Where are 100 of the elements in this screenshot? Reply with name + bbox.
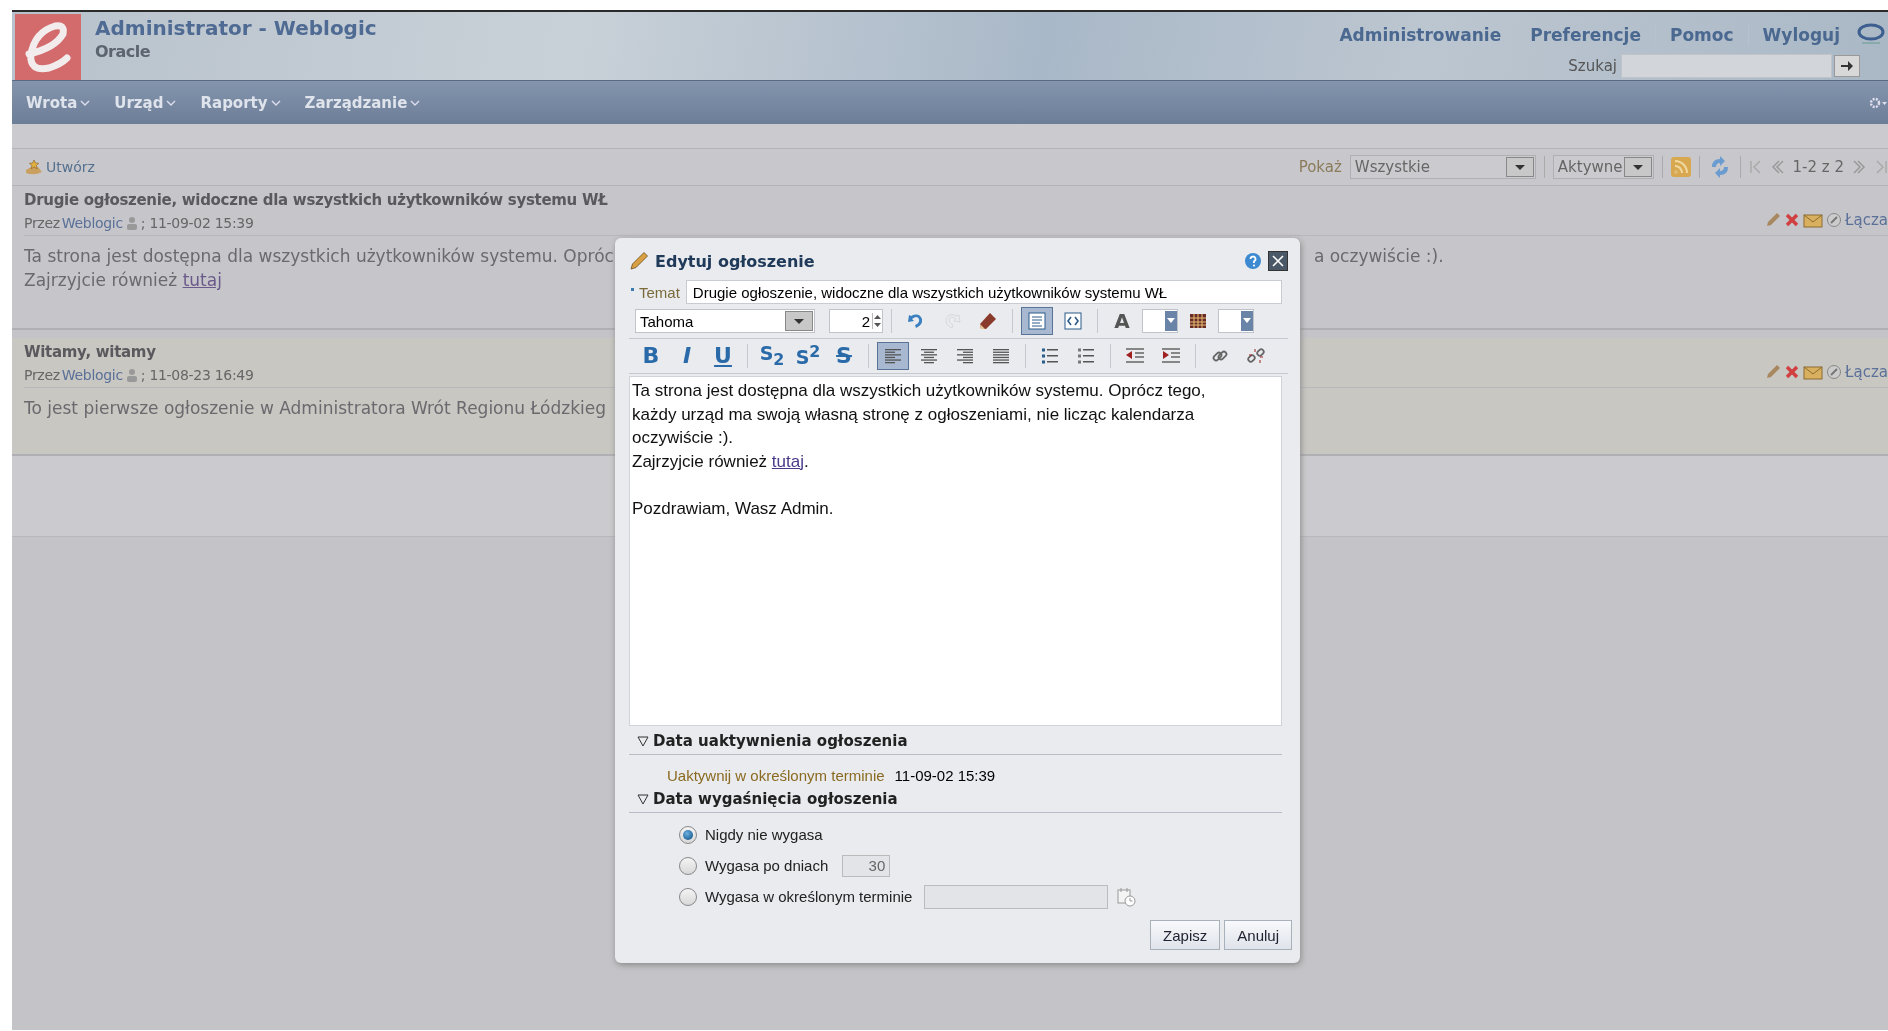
numbered-list-icon: [1076, 347, 1096, 365]
caret-icon: [1631, 163, 1644, 171]
app-subtitle: Oracle: [95, 42, 152, 61]
font-size-spinner[interactable]: 2: [829, 309, 883, 333]
menu-item[interactable]: Zarządzanie: [304, 93, 435, 112]
announcement-text: a oczywiście :).: [1313, 246, 1444, 268]
disclosure-icon[interactable]: [637, 735, 649, 747]
page-range: 1-2 z 2: [1792, 158, 1844, 176]
links-link[interactable]: Łącza: [1845, 211, 1888, 229]
left-button[interactable]: [877, 342, 909, 370]
menu-item[interactable]: Urząd: [114, 93, 191, 112]
show-label: Pokaż: [1298, 158, 1342, 176]
underline-button[interactable]: U: [707, 342, 739, 370]
search-label: Szukaj: [1568, 57, 1617, 75]
announcement-text: To jest pierwsze ogłoszenie w Administratora Wrót Regionu Łódzkieg: [24, 398, 606, 420]
calendar-icon[interactable]: [1116, 886, 1137, 907]
dialog-title: Edytuj ogłoszenie: [655, 251, 815, 271]
close-button[interactable]: [1268, 251, 1288, 271]
chevron-icon: [270, 98, 281, 107]
section-heading: Data uaktywnienia ogłoszenia: [653, 732, 908, 750]
menu-item[interactable]: Wrota: [26, 93, 105, 112]
radio-button[interactable]: [679, 856, 697, 875]
text-link[interactable]: tutaj: [771, 451, 804, 471]
create-button[interactable]: Utwórz: [24, 158, 95, 176]
broken-link-icon: [1246, 346, 1266, 366]
header-link[interactable]: Administrowanie: [1339, 25, 1502, 45]
text-link[interactable]: tutaj: [182, 270, 222, 290]
person-icon: [124, 216, 139, 230]
pencil-icon[interactable]: [1765, 364, 1782, 380]
outdent-icon: [1124, 347, 1146, 365]
editor-text: Ta strona jest dostępna dla wszystkich użytkowników systemu. Oprócz tego,: [632, 380, 1207, 402]
search-go-button[interactable]: [1834, 55, 1860, 77]
fontcolor-button[interactable]: A: [1106, 307, 1138, 335]
app-title: Administrator - Weblogic: [95, 16, 377, 40]
person-icon: [124, 368, 139, 382]
help-icon[interactable]: [1244, 252, 1262, 270]
spinner-arrows-icon: [873, 313, 882, 329]
document-icon: [1027, 311, 1047, 331]
font-dropdown[interactable]: Tahoma: [635, 309, 815, 333]
search-field[interactable]: [1621, 54, 1832, 78]
dialog-button[interactable]: Zapisz: [1150, 920, 1221, 950]
author-link[interactable]: Weblogic: [61, 367, 123, 383]
option-label: Wygasa po dniach: [705, 857, 829, 874]
delete-icon[interactable]: [1784, 212, 1801, 228]
align-left-icon: [883, 347, 903, 365]
header-link[interactable]: Pomoc: [1669, 25, 1734, 45]
announcement-text: Zajrzyjcie również tutaj: [24, 270, 222, 292]
author-link[interactable]: Weblogic: [61, 215, 123, 231]
caret-icon: [1167, 318, 1175, 324]
links-link[interactable]: Łącza: [1845, 363, 1888, 381]
rich-button[interactable]: [1021, 307, 1053, 335]
strike-icon: S: [836, 345, 852, 367]
editor-text: Pozdrawiam, Wasz Admin.: [632, 497, 835, 520]
disclosure-icon[interactable]: [637, 793, 649, 805]
radio-button[interactable]: [679, 887, 697, 906]
radio-button[interactable]: [679, 825, 697, 844]
chevron-icon: [410, 98, 421, 107]
subject-label: Temat: [629, 283, 680, 301]
color-dropdown[interactable]: [1218, 309, 1254, 333]
post-date: ; 11-08-23 16:49: [140, 367, 254, 383]
dialog-button[interactable]: Anuluj: [1224, 920, 1292, 950]
editor-text: każdy urząd ma swoją własną stronę z ogłoszeniami, nie licząc kalendarza: [632, 403, 1196, 426]
caret-icon: [1513, 163, 1526, 171]
caret-icon: [1243, 318, 1251, 324]
option-label: Wygasa w określonym terminie: [705, 888, 913, 905]
delete-icon[interactable]: [1784, 364, 1801, 380]
text-editor[interactable]: [629, 376, 1282, 726]
announcement-title: Witamy, witamy: [24, 343, 157, 361]
strike-button[interactable]: S: [828, 342, 860, 370]
pencil-icon[interactable]: [1765, 212, 1782, 228]
subject-field[interactable]: Drugie ogłoszenie, widoczne dla wszystkich użytkowników systemu WŁ: [685, 280, 1282, 304]
eraser-icon: [977, 310, 999, 332]
bold-button[interactable]: B: [635, 342, 667, 370]
editor-text: Zajrzyjcie również tutaj.: [632, 450, 810, 473]
italic-icon: I: [682, 345, 692, 367]
announcement-text: Ta strona jest dostępna dla wszystkich użytkowników systemu. Opróc: [24, 246, 614, 268]
header-link[interactable]: Wyloguj: [1762, 25, 1840, 45]
filter-dropdown[interactable]: Wszystkie: [1349, 155, 1536, 179]
indent-icon: [1160, 347, 1182, 365]
section-heading: Data wygaśnięcia ogłoszenia: [653, 790, 898, 808]
chevron-icon: [80, 98, 91, 107]
caret-icon: [793, 317, 805, 325]
italic-button[interactable]: I: [671, 342, 703, 370]
underline-icon: U: [714, 345, 732, 367]
envelope-icon[interactable]: [1803, 364, 1824, 380]
envelope-icon[interactable]: [1803, 212, 1824, 228]
header-link[interactable]: Preferencje: [1530, 25, 1641, 45]
post-date: ; 11-09-02 15:39: [140, 215, 254, 231]
align-right-icon: [955, 347, 975, 365]
align-center-icon: [919, 347, 939, 365]
option-label: Nigdy nie wygasa: [705, 826, 823, 843]
status-dropdown[interactable]: Aktywne: [1552, 155, 1654, 179]
align-justify-icon: [991, 347, 1011, 365]
activation-date: 11-09-02 15:39: [894, 767, 996, 784]
menu-item[interactable]: Raporty: [200, 93, 295, 112]
arrow-icon: [1840, 60, 1854, 72]
bullet-list-icon: [1040, 347, 1060, 365]
color-dropdown[interactable]: [1142, 309, 1178, 333]
announcement-title: Drugie ogłoszenie, widoczne dla wszystkich użytkowników systemu WŁ: [24, 191, 608, 209]
bold-icon: B: [642, 345, 660, 367]
